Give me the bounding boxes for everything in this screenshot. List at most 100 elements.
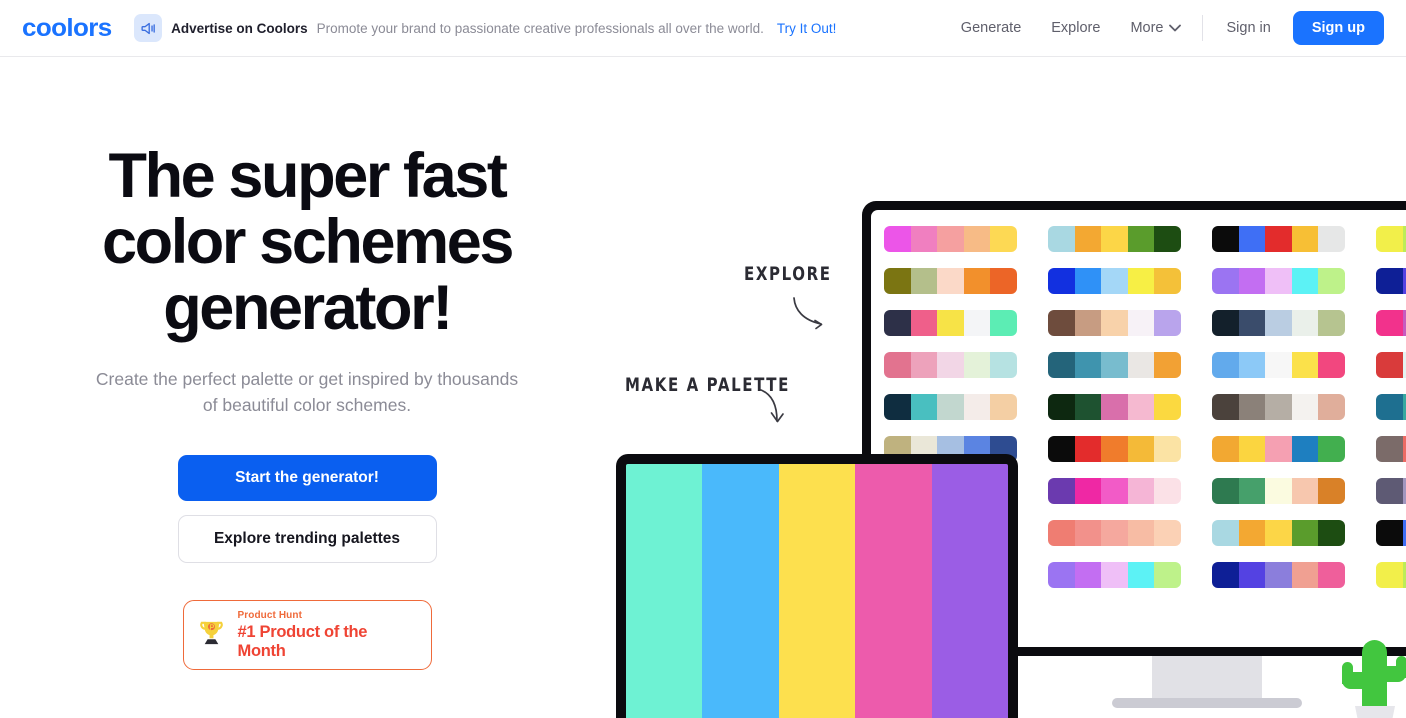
nav-item-generate[interactable]: Generate [946,14,1036,42]
palette-swatch[interactable] [1154,352,1181,378]
palette-card[interactable] [1376,268,1406,294]
palette-swatch[interactable] [1318,562,1345,588]
palette-card[interactable] [1212,394,1345,420]
palette-swatch[interactable] [884,394,911,420]
palette-swatch[interactable] [1402,520,1406,546]
palette-swatch[interactable] [963,226,991,252]
palette-swatch[interactable] [1265,478,1292,504]
palette-swatch[interactable] [1376,562,1403,588]
advertise-banner-cta-link[interactable]: Try It Out! [777,21,837,36]
palette-swatch[interactable] [1154,436,1181,462]
palette-swatch[interactable] [990,268,1017,294]
palette-swatch[interactable] [1101,478,1128,504]
palette-swatch[interactable] [1048,562,1075,588]
coolors-logo[interactable]: coolors [22,14,112,43]
palette-swatch[interactable] [1318,436,1345,462]
palette-swatch[interactable] [1318,520,1345,546]
palette-card[interactable] [1212,478,1345,504]
palette-swatch[interactable] [1154,394,1181,420]
palette-swatch[interactable] [990,226,1017,252]
palette-card[interactable] [884,268,1017,294]
palette-swatch[interactable] [1376,478,1403,504]
palette-swatch[interactable] [1212,394,1239,420]
palette-swatch[interactable] [1265,226,1292,252]
palette-swatch[interactable] [1291,394,1319,420]
palette-swatch[interactable] [910,268,938,294]
laptop-swatch-4[interactable] [855,464,932,718]
palette-swatch[interactable] [1291,562,1319,588]
palette-swatch[interactable] [1127,562,1155,588]
palette-swatch[interactable] [1048,394,1075,420]
palette-swatch[interactable] [1402,352,1406,378]
palette-swatch[interactable] [1402,478,1406,504]
advertise-banner[interactable]: Advertise on Coolors Promote your brand … [134,14,836,42]
palette-swatch[interactable] [1376,520,1403,546]
palette-swatch[interactable] [1238,478,1266,504]
palette-swatch[interactable] [1238,310,1266,336]
palette-swatch[interactable] [1048,310,1075,336]
palette-swatch[interactable] [1376,268,1403,294]
palette-swatch[interactable] [1402,436,1406,462]
palette-swatch[interactable] [1101,562,1128,588]
palette-card[interactable] [884,310,1017,336]
palette-swatch[interactable] [1074,268,1102,294]
palette-card[interactable] [884,394,1017,420]
palette-swatch[interactable] [937,352,964,378]
palette-card[interactable] [1048,562,1181,588]
palette-swatch[interactable] [963,352,991,378]
palette-swatch[interactable] [1127,226,1155,252]
palette-swatch[interactable] [1265,268,1292,294]
palette-swatch[interactable] [1127,436,1155,462]
palette-swatch[interactable] [1127,394,1155,420]
palette-swatch[interactable] [1265,394,1292,420]
palette-swatch[interactable] [1074,310,1102,336]
palette-swatch[interactable] [1127,310,1155,336]
palette-swatch[interactable] [884,268,911,294]
explore-trending-palettes-button[interactable]: Explore trending palettes [177,515,437,564]
palette-card[interactable] [1212,520,1345,546]
palette-swatch[interactable] [990,310,1017,336]
palette-card[interactable] [1048,478,1181,504]
palette-swatch[interactable] [1238,520,1266,546]
palette-swatch[interactable] [1402,310,1406,336]
palette-swatch[interactable] [963,394,991,420]
palette-swatch[interactable] [1074,478,1102,504]
nav-item-explore[interactable]: Explore [1036,14,1115,42]
palette-swatch[interactable] [937,268,964,294]
palette-swatch[interactable] [1101,436,1128,462]
palette-swatch[interactable] [1101,520,1128,546]
palette-swatch[interactable] [1154,310,1181,336]
palette-card[interactable] [1212,562,1345,588]
palette-swatch[interactable] [1291,226,1319,252]
palette-card[interactable] [1376,562,1406,588]
palette-swatch[interactable] [910,226,938,252]
palette-swatch[interactable] [1127,352,1155,378]
palette-card[interactable] [1048,352,1181,378]
palette-swatch[interactable] [1048,436,1075,462]
palette-swatch[interactable] [910,352,938,378]
palette-swatch[interactable] [1291,310,1319,336]
sign-up-button[interactable]: Sign up [1292,11,1384,45]
palette-swatch[interactable] [1318,478,1345,504]
palette-swatch[interactable] [1127,268,1155,294]
palette-swatch[interactable] [1376,436,1403,462]
palette-swatch[interactable] [1376,310,1403,336]
palette-swatch[interactable] [884,352,911,378]
palette-swatch[interactable] [1265,520,1292,546]
palette-swatch[interactable] [1074,226,1102,252]
palette-card[interactable] [1048,520,1181,546]
palette-swatch[interactable] [1402,226,1406,252]
palette-swatch[interactable] [1048,478,1075,504]
palette-swatch[interactable] [1074,562,1102,588]
palette-card[interactable] [1376,436,1406,462]
palette-swatch[interactable] [1238,352,1266,378]
palette-swatch[interactable] [1291,478,1319,504]
palette-swatch[interactable] [1074,352,1102,378]
palette-swatch[interactable] [1238,394,1266,420]
palette-swatch[interactable] [1265,562,1292,588]
palette-card[interactable] [1376,520,1406,546]
palette-swatch[interactable] [1212,478,1239,504]
palette-swatch[interactable] [1291,436,1319,462]
laptop-swatch-2[interactable] [702,464,779,718]
palette-swatch[interactable] [1238,436,1266,462]
